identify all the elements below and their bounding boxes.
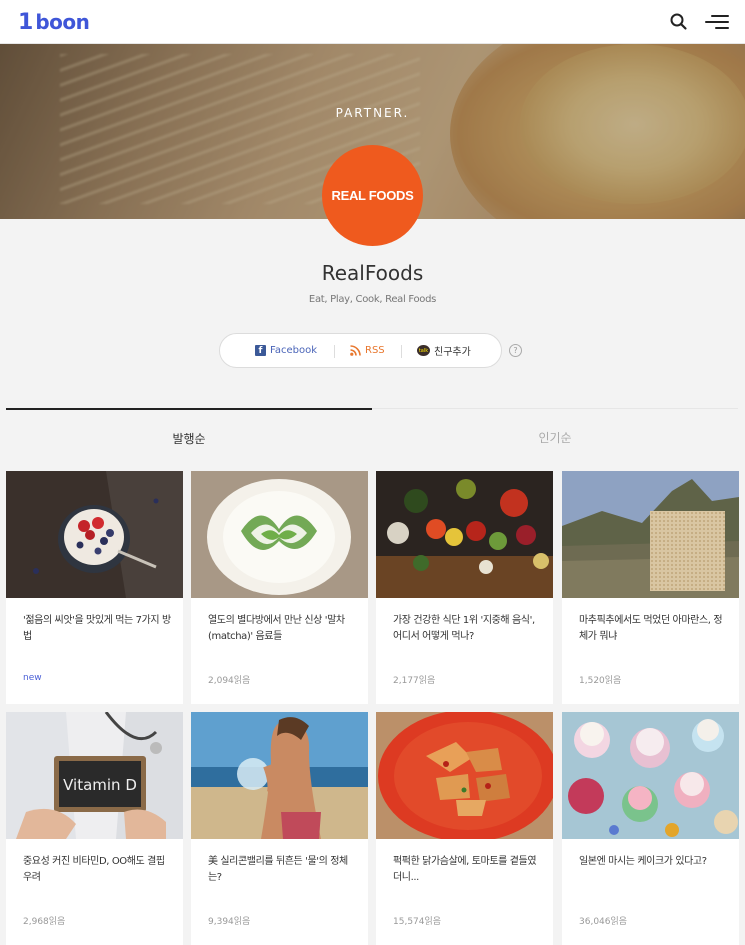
article-card[interactable]: Vitamin D 중요성 커진 비타민D, OO해도 결핍 우려 2,968읽… xyxy=(6,712,183,945)
social-links-bar: f Facebook RSS talk 친구추가 xyxy=(219,333,502,368)
search-icon[interactable] xyxy=(668,11,690,33)
read-count: 2,968읽음 xyxy=(23,917,66,927)
article-title: 중요성 커진 비타민D, OO해도 결핍 우려 xyxy=(23,856,165,883)
read-count: 2,177읽음 xyxy=(393,676,436,686)
article-thumbnail xyxy=(191,471,368,598)
article-card[interactable]: 퍽퍽한 닭가슴살에, 토마토를 곁들였더니... 15,574읽음 xyxy=(376,712,553,945)
article-card[interactable]: '젊음의 씨앗'을 맛있게 먹는 7가지 방법 new xyxy=(6,471,183,704)
partner-tagline: Eat, Play, Cook, Real Foods xyxy=(308,294,437,305)
article-thumbnail xyxy=(191,712,368,839)
article-title: 가장 건강한 식단 1위 '지중해 음식', 어디서 어떻게 먹나? xyxy=(393,615,535,642)
article-title: 美 실리콘밸리를 뒤흔든 '물'의 정체는? xyxy=(208,856,348,883)
article-thumbnail xyxy=(6,471,183,598)
article-thumbnail xyxy=(376,471,553,598)
partner-label: PARTNER. xyxy=(335,106,410,120)
read-count: 1,520읽음 xyxy=(579,676,622,686)
article-card[interactable]: 美 실리콘밸리를 뒤흔든 '물'의 정체는? 9,394읽음 xyxy=(191,712,368,945)
article-thumbnail xyxy=(562,712,739,839)
rss-label: RSS xyxy=(365,345,385,356)
partner-logo: REAL FOODS xyxy=(322,145,423,246)
article-card[interactable]: 마추픽추에서도 먹었던 아마란스, 정체가 뭐냐 1,520읽음 xyxy=(562,471,739,704)
kakao-label: 친구추가 xyxy=(434,347,471,358)
menu-icon[interactable] xyxy=(703,11,729,33)
rss-link[interactable]: RSS xyxy=(350,345,385,356)
rss-icon xyxy=(350,345,361,356)
article-title: 마추픽추에서도 먹었던 아마란스, 정체가 뭐냐 xyxy=(579,615,723,642)
facebook-label: Facebook xyxy=(270,345,317,356)
article-thumbnail xyxy=(376,712,553,839)
top-bar: 1 boon xyxy=(0,0,745,44)
logo[interactable]: 1 boon xyxy=(18,9,90,35)
article-card[interactable]: 열도의 별다방에서 만난 신상 '말차(matcha)' 음료들 2,094읽음 xyxy=(191,471,368,704)
article-title: 열도의 별다방에서 만난 신상 '말차(matcha)' 음료들 xyxy=(208,615,345,642)
article-title: '젊음의 씨앗'을 맛있게 먹는 7가지 방법 xyxy=(23,615,171,642)
article-thumbnail: Vitamin D xyxy=(6,712,183,839)
facebook-link[interactable]: f Facebook xyxy=(255,345,317,356)
kakao-talk-icon: talk xyxy=(417,345,430,356)
sort-tabs: 발행순 인기순 xyxy=(6,408,739,448)
facebook-icon: f xyxy=(255,345,266,356)
help-icon[interactable]: ? xyxy=(509,344,522,357)
article-card[interactable]: 가장 건강한 식단 1위 '지중해 음식', 어디서 어떻게 먹나? 2,177… xyxy=(376,471,553,704)
tab-latest[interactable]: 발행순 xyxy=(6,408,372,448)
new-badge: new xyxy=(23,673,42,683)
tab-popular[interactable]: 인기순 xyxy=(372,408,738,448)
partner-name: RealFoods xyxy=(321,261,424,285)
logo-mark: 1 xyxy=(18,9,34,35)
article-thumbnail xyxy=(562,471,739,598)
vitamin-sign-text: Vitamin D xyxy=(63,776,137,794)
article-card[interactable]: 일본엔 마시는 케이크가 있다고? 36,046읽음 xyxy=(562,712,739,945)
article-title: 일본엔 마시는 케이크가 있다고? xyxy=(579,856,707,867)
partner-logo-text: REAL FOODS xyxy=(331,188,414,203)
read-count: 36,046읽음 xyxy=(579,917,628,927)
read-count: 2,094읽음 xyxy=(208,676,251,686)
article-title: 퍽퍽한 닭가슴살에, 토마토를 곁들였더니... xyxy=(393,856,537,883)
read-count: 15,574읽음 xyxy=(393,917,442,927)
kakao-friend-link[interactable]: talk 친구추가 xyxy=(417,343,471,358)
logo-wordmark: boon xyxy=(35,10,90,34)
read-count: 9,394읽음 xyxy=(208,917,251,927)
